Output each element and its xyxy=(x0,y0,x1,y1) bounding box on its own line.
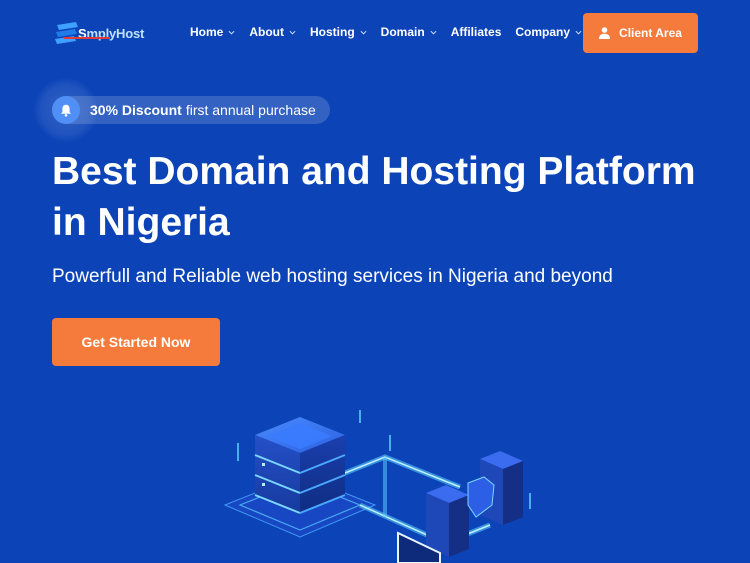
chevron-down-icon xyxy=(430,30,437,35)
nav-domain[interactable]: Domain xyxy=(381,25,437,39)
badge-text: first annual purchase xyxy=(185,102,316,118)
client-area-button[interactable]: Client Area xyxy=(583,13,698,53)
nav-label: Hosting xyxy=(310,25,355,39)
server-illustration xyxy=(223,410,531,563)
bell-icon xyxy=(61,104,71,117)
hero-subtitle: Powerfull and Reliable web hosting servi… xyxy=(52,266,613,287)
bell-icon-circle xyxy=(52,96,80,124)
hero-title-line1: Best Domain and Hosting Platform xyxy=(52,150,696,193)
nav-hosting[interactable]: Hosting xyxy=(310,25,367,39)
chevron-down-icon xyxy=(360,30,367,35)
logo-mark-icon xyxy=(55,22,78,44)
badge-bold-text: 30% Discount xyxy=(90,102,182,118)
nav-label: Home xyxy=(190,25,224,39)
nav-home[interactable]: Home xyxy=(190,25,235,39)
client-area-label: Client Area xyxy=(619,26,682,40)
nav-label: About xyxy=(249,25,284,39)
nav-about[interactable]: About xyxy=(249,25,296,39)
nav-label: Domain xyxy=(380,25,425,39)
nav-company[interactable]: Company xyxy=(515,25,582,39)
main-nav: Home About Hosting Domain Affiliates Com… xyxy=(190,25,582,39)
secondary-servers xyxy=(426,451,523,557)
logo-underline xyxy=(64,37,110,39)
nav-label: Company xyxy=(515,25,571,39)
get-started-label: Get Started Now xyxy=(81,334,191,350)
nav-affiliates[interactable]: Affiliates xyxy=(451,25,502,39)
get-started-button[interactable]: Get Started Now xyxy=(52,318,220,366)
chevron-down-icon xyxy=(228,30,235,35)
chevron-down-icon xyxy=(289,30,296,35)
main-server xyxy=(254,417,346,514)
hero-title-line2: in Nigeria xyxy=(52,201,230,244)
chevron-down-icon xyxy=(575,30,582,35)
nav-label: Affiliates xyxy=(450,25,502,39)
site-logo[interactable]: SmplyHost xyxy=(54,20,144,46)
hero-title: Best Domain and Hosting Platform in Nige… xyxy=(52,146,732,248)
discount-badge: 30% Discount first annual purchase xyxy=(52,96,330,124)
user-icon xyxy=(599,27,611,39)
